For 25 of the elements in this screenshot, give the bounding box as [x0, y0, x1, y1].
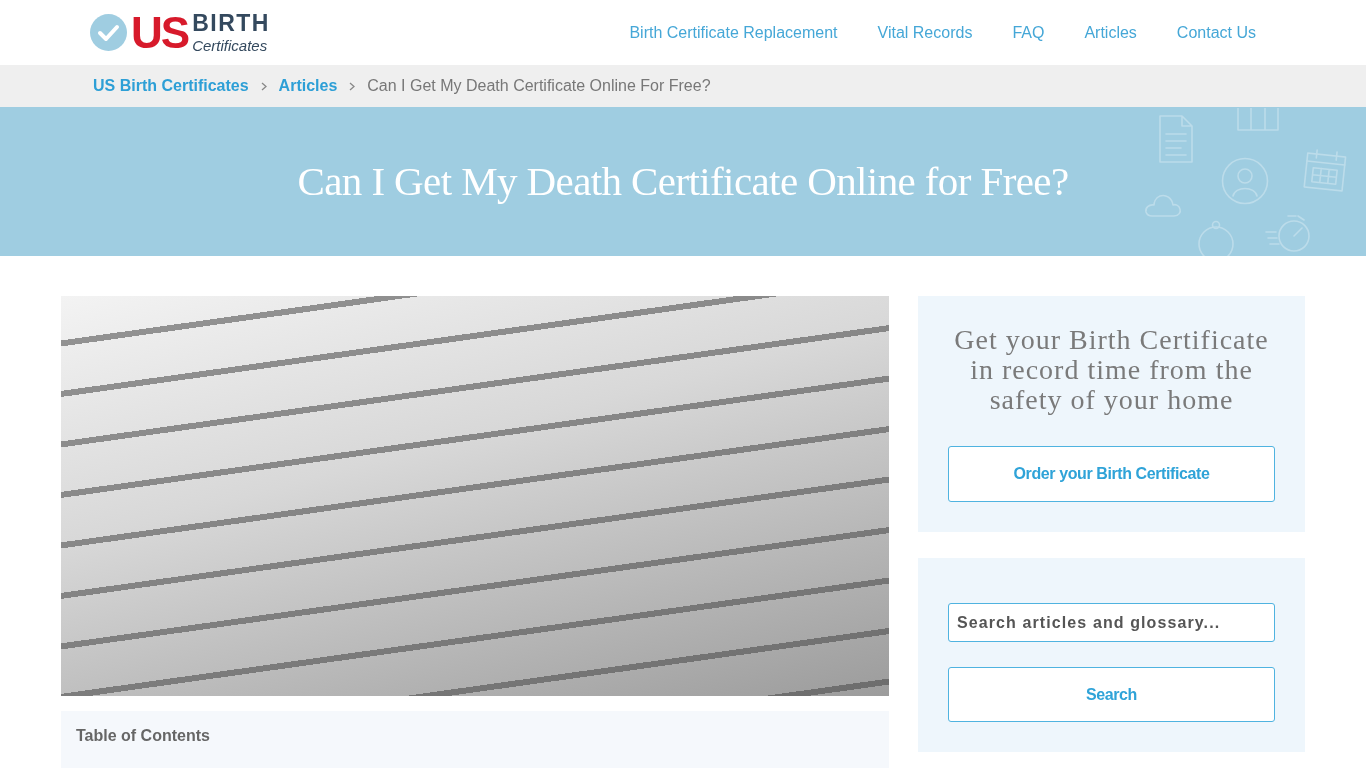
search-button[interactable]: Search: [948, 667, 1275, 722]
nav-link[interactable]: Birth Certificate Replacement: [609, 20, 858, 45]
calendar-icon: [1302, 147, 1348, 195]
user-icon: [1221, 157, 1269, 205]
page-title: Can I Get My Death Certificate Online for Free?: [297, 156, 1069, 206]
book-icon: [1237, 108, 1279, 132]
breadcrumb-link[interactable]: Articles: [278, 74, 338, 98]
order-button[interactable]: Order your Birth Certificate: [948, 446, 1275, 502]
chevron-icon: [260, 81, 267, 91]
logo-word-text: BIRTH: [192, 12, 270, 35]
breadcrumb-current: Can I Get My Death Certificate Online For Free?: [367, 76, 711, 96]
document-icon: [1159, 115, 1193, 163]
chevron-icon: [349, 81, 356, 91]
nav-link[interactable]: Articles: [1064, 20, 1157, 45]
nav-link[interactable]: Vital Records: [857, 20, 993, 45]
logo-mark-text: US: [131, 10, 189, 55]
logo-check-icon: [90, 14, 127, 51]
timer-icon: [1196, 220, 1236, 256]
breadcrumb-link[interactable]: US Birth Certificates: [93, 74, 249, 98]
nav-link[interactable]: Contact Us: [1156, 20, 1276, 45]
nav-link[interactable]: FAQ: [992, 20, 1065, 45]
search-field[interactable]: Search articles and glossary...: [948, 603, 1275, 642]
logo-tagline-text: Certificates: [192, 38, 269, 53]
promo-heading: Get your Birth Certificate in record time from the safety of your home: [953, 325, 1270, 415]
table-of-contents-title: Table of Contents: [76, 726, 211, 746]
